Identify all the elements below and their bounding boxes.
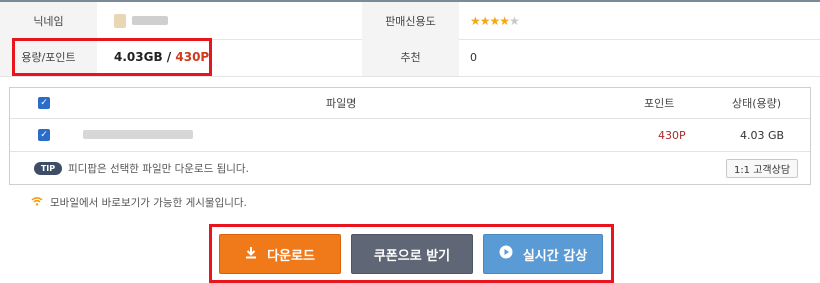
mobile-note-text: 모바일에서 바로보기가 가능한 게시물입니다. xyxy=(50,196,247,209)
seller-rating-stars: ★★★★★ xyxy=(470,2,520,39)
nickname-redacted xyxy=(132,16,168,25)
live-stream-button[interactable]: 실시간 감상 xyxy=(483,234,603,274)
file-points: 430P xyxy=(658,128,686,142)
select-all-checkbox[interactable]: ✓ xyxy=(38,97,50,109)
download-icon xyxy=(245,246,257,263)
file-checkbox[interactable]: ✓ xyxy=(38,129,50,141)
tip-text: 피디팝은 선택한 파일만 다운로드 됩니다. xyxy=(68,162,249,175)
star-filled-icon: ★ xyxy=(489,13,501,28)
capacity-highlight-frame xyxy=(12,38,212,76)
file-size: 4.03 GB xyxy=(740,128,785,142)
recommend-label: 추천 xyxy=(362,38,459,76)
wifi-icon xyxy=(31,195,43,209)
consult-button[interactable]: 1:1 고객상담 xyxy=(726,159,798,178)
tip-row: TIP 피디팝은 선택한 파일만 다운로드 됩니다. 1:1 고객상담 xyxy=(10,152,810,184)
header-filename: 파일명 xyxy=(326,97,357,110)
live-stream-label: 실시간 감상 xyxy=(522,248,588,264)
nickname-value xyxy=(114,2,168,39)
seller-rating-label: 판매신용도 xyxy=(362,2,459,39)
recommend-value: 0 xyxy=(470,50,477,64)
play-icon xyxy=(499,245,513,263)
star-filled-icon: ★ xyxy=(479,13,491,28)
star-filled-icon: ★ xyxy=(470,13,481,28)
coupon-button[interactable]: 쿠폰으로 받기 xyxy=(351,234,473,274)
mobile-note: 모바일에서 바로보기가 가능한 게시물입니다. xyxy=(31,193,247,211)
file-list-header: ✓ 파일명 포인트 상태(용량) xyxy=(10,88,810,119)
info-row-nickname: 닉네임 판매신용도 ★★★★★ xyxy=(0,0,820,40)
star-empty-icon: ★ xyxy=(509,13,520,28)
file-list: ✓ 파일명 포인트 상태(용량) ✓ 430P 4.03 GB TIP 피디팝은… xyxy=(9,87,811,185)
download-button[interactable]: 다운로드 xyxy=(219,234,341,274)
file-name-redacted xyxy=(83,130,193,139)
coupon-label: 쿠폰으로 받기 xyxy=(373,248,451,264)
avatar xyxy=(114,13,126,28)
header-status: 상태(용량) xyxy=(732,97,782,110)
nickname-label: 닉네임 xyxy=(0,2,97,39)
table-row[interactable]: ✓ 430P 4.03 GB xyxy=(10,119,810,152)
star-filled-icon: ★ xyxy=(499,13,510,28)
download-label: 다운로드 xyxy=(267,248,315,264)
tip-badge: TIP xyxy=(34,162,62,175)
header-points: 포인트 xyxy=(644,97,675,110)
